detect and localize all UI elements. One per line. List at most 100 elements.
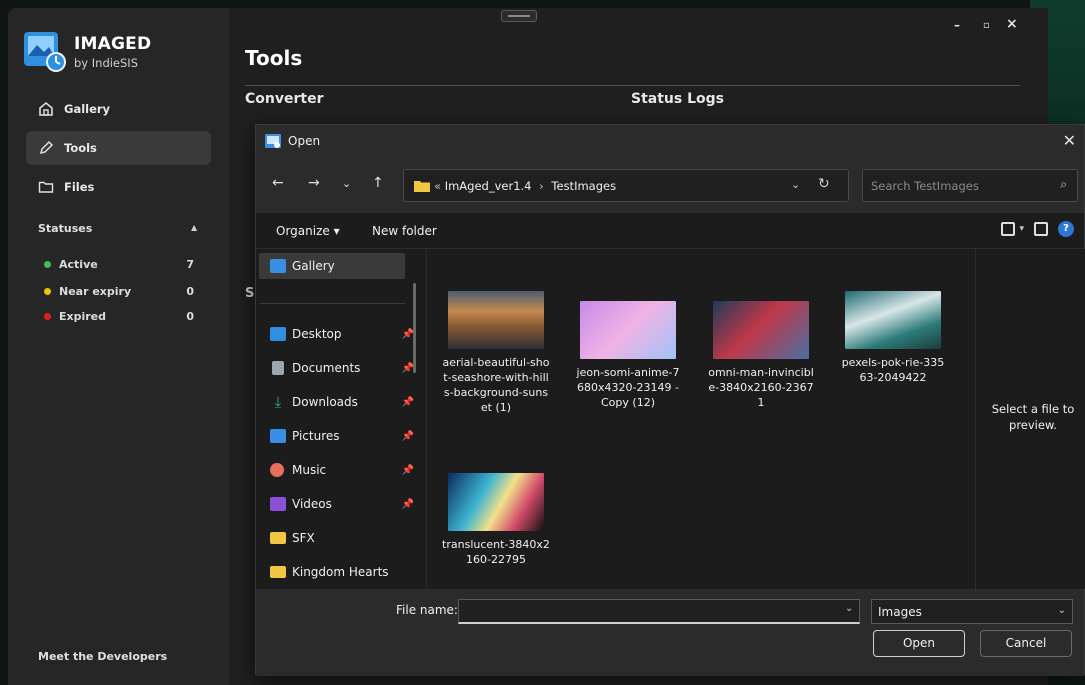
new-folder-button[interactable]: New folder (372, 224, 437, 238)
nav-item-label: Videos (292, 497, 332, 511)
dialog-titlebar: Open ✕ (256, 125, 1084, 157)
title-divider (245, 85, 1020, 86)
nav-item-documents[interactable]: Documents 📌 (272, 355, 414, 381)
forward-arrow-icon[interactable]: → (308, 175, 320, 191)
image-thumbnail (580, 301, 676, 359)
preview-placeholder: Select a file to preview. (991, 402, 1075, 432)
recent-locations-chevron-icon[interactable]: ⌄ (342, 177, 351, 190)
dialog-close-button[interactable]: ✕ (1063, 131, 1076, 150)
pin-icon: 📌 (401, 396, 414, 408)
pin-icon: 📌 (401, 498, 414, 510)
folder-icon (414, 181, 430, 192)
pictures-icon (270, 429, 286, 443)
file-type-value: Images (878, 605, 922, 619)
pen-icon (39, 140, 54, 155)
organize-button[interactable]: Organize ▾ (276, 224, 340, 238)
meet-developers-link[interactable]: Meet the Developers (38, 650, 167, 663)
back-arrow-icon[interactable]: ← (272, 175, 284, 191)
nav-item-label: Desktop (292, 327, 342, 341)
address-dropdown-icon[interactable]: ⌄ (791, 178, 800, 191)
file-item[interactable]: jeon-somi-anime-7680x4320-23149 - Copy (… (574, 301, 682, 410)
file-item[interactable]: omni-man-invincible-3840x2160-23671 (707, 301, 815, 410)
nav-item-label: Music (292, 463, 327, 477)
maximize-button[interactable]: ▫ (983, 20, 990, 31)
file-type-select[interactable]: Images ⌄ (871, 599, 1073, 624)
file-name-label: File name: (396, 603, 458, 617)
file-name: jeon-somi-anime-7680x4320-23149 - Copy (… (576, 366, 680, 409)
statuses-heading: Statuses (38, 222, 93, 235)
file-name-input[interactable] (458, 599, 860, 624)
preview-pane: Select a file to preview. (975, 249, 1085, 589)
file-name: aerial-beautiful-shot-seashore-with-hill… (442, 356, 550, 414)
nav-item-gallery[interactable]: Gallery (259, 253, 405, 279)
status-active: Active 7 (44, 258, 194, 271)
sidebar-item-files[interactable]: Files (26, 170, 211, 204)
file-item[interactable]: aerial-beautiful-shot-seashore-with-hill… (442, 291, 550, 415)
sidebar-item-label: Gallery (64, 102, 111, 116)
breadcrumb-separator: › (539, 179, 544, 193)
nav-item-downloads[interactable]: ⤓ Downloads 📌 (275, 389, 414, 415)
drag-handle[interactable] (501, 10, 537, 22)
collapse-caret-icon[interactable]: ▲ (191, 223, 197, 232)
minimize-button[interactable]: – (954, 18, 960, 32)
navigation-pane: Gallery Desktop 📌 Documents 📌 ⤓ Download… (256, 249, 426, 589)
change-view-icon[interactable] (1001, 222, 1016, 236)
brand-subtitle: by IndieSIS (74, 56, 139, 70)
image-thumbnail (845, 291, 941, 349)
image-thumbnail (448, 291, 544, 349)
page-title: Tools (245, 46, 303, 70)
search-icon: ⌕ (1060, 177, 1067, 191)
brand-name: IMAGED (74, 34, 152, 54)
refresh-icon[interactable]: ↻ (818, 176, 830, 192)
search-box[interactable]: ⌕ (862, 169, 1078, 202)
nav-item-sfx[interactable]: SFX (270, 525, 414, 551)
up-arrow-icon[interactable]: ↑ (372, 175, 384, 191)
file-item[interactable]: translucent-3840x2160-22795 (442, 473, 550, 567)
close-button[interactable]: × (1006, 16, 1018, 32)
view-dropdown-icon[interactable]: ▾ (1019, 224, 1024, 234)
nav-item-label: Gallery (292, 259, 335, 273)
nav-item-music[interactable]: Music 📌 (270, 457, 414, 483)
nav-item-label: Documents (292, 361, 361, 375)
folder-icon (38, 181, 54, 193)
sidebar-item-label: Files (64, 180, 95, 194)
breadcrumb-overflow[interactable]: « (434, 179, 441, 193)
dialog-title: Open (288, 134, 321, 148)
home-icon (39, 101, 53, 116)
help-icon[interactable]: ? (1058, 221, 1074, 237)
nav-item-desktop[interactable]: Desktop 📌 (270, 321, 414, 347)
file-item[interactable]: pexels-pok-rie-33563-2049422 (839, 291, 947, 385)
address-bar[interactable]: « ImAged_ver1.4 › TestImages ⌄ ↻ (403, 169, 849, 202)
nav-pane-scrollbar[interactable] (413, 283, 416, 373)
nav-item-label: Pictures (292, 429, 340, 443)
nav-item-videos[interactable]: Videos 📌 (270, 491, 414, 517)
folder-icon (270, 532, 286, 544)
nav-item-label: Downloads (292, 395, 358, 409)
status-expired: Expired 0 (44, 310, 194, 323)
pane-splitter[interactable] (426, 249, 427, 589)
music-icon (270, 463, 284, 477)
sidebar-item-tools[interactable]: Tools (26, 131, 211, 165)
nav-pane-divider (260, 303, 405, 304)
status-label: Expired (59, 310, 107, 323)
breadcrumb-item[interactable]: ImAged_ver1.4 (445, 179, 532, 193)
pin-icon: 📌 (401, 430, 414, 442)
status-count: 7 (186, 258, 194, 271)
breadcrumb-item[interactable]: TestImages (551, 179, 616, 193)
sidebar-item-label: Tools (64, 141, 97, 155)
converter-heading: Converter (245, 91, 324, 107)
preview-pane-icon[interactable] (1034, 222, 1048, 236)
gallery-icon (270, 259, 286, 273)
cancel-button[interactable]: Cancel (980, 630, 1072, 657)
yellow-dot-icon (44, 288, 51, 295)
desktop-icon (270, 327, 286, 341)
file-name-dropdown-icon[interactable]: ⌄ (845, 603, 853, 614)
dialog-footer: File name: ⌄ Images ⌄ Open Cancel (256, 589, 1084, 676)
open-button[interactable]: Open (873, 630, 965, 657)
open-dialog-icon (265, 134, 281, 148)
status-label: Near expiry (59, 285, 132, 298)
nav-item-pictures[interactable]: Pictures 📌 (270, 423, 414, 449)
nav-item-kingdom-hearts[interactable]: Kingdom Hearts (270, 559, 426, 585)
sidebar-item-gallery[interactable]: Gallery (26, 92, 211, 126)
search-input[interactable] (871, 177, 1041, 195)
